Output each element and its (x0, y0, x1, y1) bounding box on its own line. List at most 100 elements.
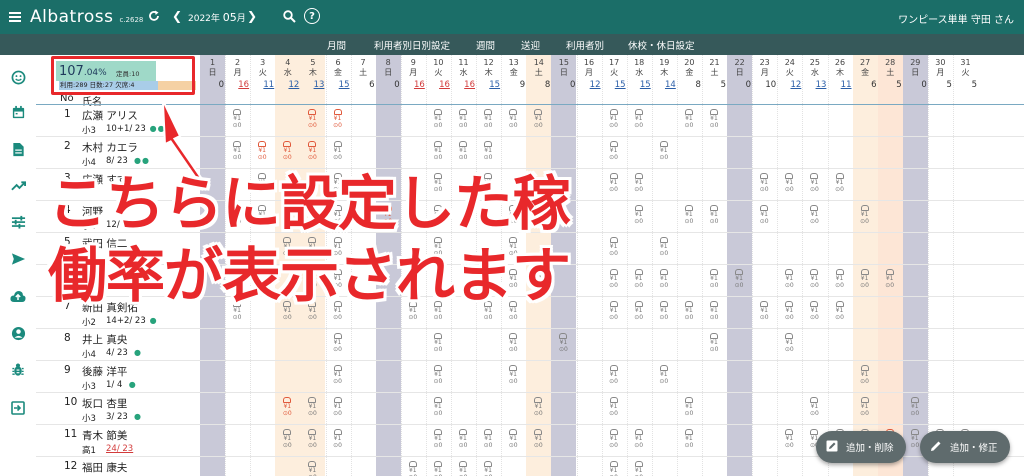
attendance-marker[interactable]: ¥1⊙0 (781, 301, 797, 325)
attendance-marker[interactable]: ¥1⊙0 (656, 269, 672, 293)
attendance-marker[interactable]: ¥1⊙0 (254, 141, 270, 165)
attendance-marker[interactable]: ¥1⊙0 (606, 461, 622, 476)
student-row[interactable]: 9 後藤 洋平 小3 1/ 4 ● ¥1 ⊙0 ¥1 ⊙0 ¥1 ⊙0 ¥1 ⊙0 ¥1 ⊙0 ¥1 ⊙0 (36, 361, 1024, 393)
attendance-marker[interactable]: ¥1⊙0 (330, 333, 346, 357)
search-icon[interactable] (282, 9, 296, 23)
calendar-icon[interactable] (10, 104, 26, 120)
person-icon[interactable] (10, 325, 26, 341)
attendance-marker[interactable]: ¥1⊙0 (656, 301, 672, 325)
date-header[interactable]: 22 日 0 (727, 58, 752, 91)
attendance-marker[interactable]: ¥1⊙0 (555, 333, 571, 357)
attendance-marker[interactable]: ¥1⊙0 (681, 397, 697, 421)
attendance-marker[interactable]: ¥1⊙0 (455, 141, 471, 165)
attendance-marker[interactable]: ¥1⊙0 (480, 461, 496, 476)
attendance-marker[interactable]: ¥1⊙0 (304, 397, 320, 421)
date-header[interactable]: 15 日 0 (551, 58, 576, 91)
attendance-marker[interactable]: ¥1⊙0 (530, 109, 546, 133)
date-header[interactable]: 16 月 12 (577, 58, 602, 91)
date-header[interactable]: 24 火 12 (777, 58, 802, 91)
date-header[interactable]: 18 水 15 (627, 58, 652, 91)
attendance-marker[interactable]: ¥1⊙0 (480, 109, 496, 133)
date-header[interactable]: 23 月 10 (752, 58, 777, 91)
send-icon[interactable] (10, 251, 26, 267)
attendance-marker[interactable]: ¥1⊙0 (857, 205, 873, 229)
menu-icon[interactable] (0, 16, 30, 18)
attendance-marker[interactable]: ¥1⊙0 (304, 429, 320, 453)
attendance-marker[interactable]: ¥1⊙0 (857, 397, 873, 421)
attendance-marker[interactable]: ¥1⊙0 (455, 109, 471, 133)
attendance-marker[interactable]: ¥1⊙0 (606, 141, 622, 165)
attendance-marker[interactable]: ¥1⊙0 (279, 429, 295, 453)
attendance-marker[interactable]: ¥1⊙0 (731, 269, 747, 293)
date-header[interactable]: 26 木 11 (828, 58, 853, 91)
date-header[interactable]: 5 木 13 (300, 58, 325, 91)
attendance-marker[interactable]: ¥1⊙0 (806, 173, 822, 197)
attendance-marker[interactable]: ¥1⊙0 (781, 269, 797, 293)
attendance-marker[interactable]: ¥1⊙0 (606, 365, 622, 389)
attendance-marker[interactable]: ¥1⊙0 (756, 173, 772, 197)
add-edit-button[interactable]: 追加・修正 (920, 431, 1010, 463)
attendance-marker[interactable]: ¥1⊙0 (505, 333, 521, 357)
attendance-marker[interactable]: ¥1⊙0 (430, 109, 446, 133)
attendance-marker[interactable]: ¥1⊙0 (279, 141, 295, 165)
attendance-marker[interactable]: ¥1⊙0 (631, 173, 647, 197)
attendance-marker[interactable]: ¥1⊙0 (430, 365, 446, 389)
trend-icon[interactable] (10, 178, 26, 194)
attendance-marker[interactable]: ¥1⊙0 (907, 397, 923, 421)
attendance-marker[interactable]: ¥1⊙0 (781, 173, 797, 197)
attendance-marker[interactable]: ¥1⊙0 (681, 205, 697, 229)
attendance-marker[interactable]: ¥1⊙0 (229, 141, 245, 165)
date-header[interactable]: 27 金 6 (853, 58, 878, 91)
attendance-marker[interactable]: ¥1⊙0 (681, 109, 697, 133)
attendance-marker[interactable]: ¥1⊙0 (706, 109, 722, 133)
attendance-marker[interactable]: ¥1⊙0 (480, 141, 496, 165)
date-header[interactable]: 8日0 (376, 58, 401, 91)
date-header[interactable]: 4 水 12 (275, 58, 300, 91)
attendance-marker[interactable]: ¥1⊙0 (430, 333, 446, 357)
attendance-marker[interactable]: ¥1⊙0 (631, 461, 647, 476)
attendance-marker[interactable]: ¥1⊙0 (330, 397, 346, 421)
attendance-marker[interactable]: ¥1⊙0 (806, 301, 822, 325)
attendance-marker[interactable]: ¥1⊙0 (279, 397, 295, 421)
attendance-marker[interactable]: ¥1⊙0 (681, 301, 697, 325)
nav-weekly[interactable]: 週間 (476, 38, 495, 52)
attendance-marker[interactable]: ¥1⊙0 (304, 109, 320, 133)
attendance-marker[interactable]: ¥1⊙0 (530, 397, 546, 421)
attendance-marker[interactable]: ¥1⊙0 (631, 205, 647, 229)
attendance-marker[interactable]: ¥1⊙0 (606, 109, 622, 133)
attendance-marker[interactable]: ¥1⊙0 (832, 301, 848, 325)
smiley-icon[interactable] (10, 69, 26, 85)
nav-holiday-settings[interactable]: 休校・休日設定 (628, 38, 695, 52)
attendance-marker[interactable]: ¥1⊙0 (706, 301, 722, 325)
nav-user-daily-settings[interactable]: 利用者別日別設定 (374, 38, 450, 52)
attendance-marker[interactable]: ¥1⊙0 (304, 461, 320, 476)
attendance-marker[interactable]: ¥1⊙0 (455, 429, 471, 453)
attendance-marker[interactable]: ¥1⊙0 (330, 429, 346, 453)
attendance-marker[interactable]: ¥1⊙0 (430, 461, 446, 476)
user-name[interactable]: ワンピース単単 守田 さん (898, 11, 1014, 26)
date-header[interactable]: 9 月 16 (401, 58, 426, 91)
date-header[interactable]: 19 木 14 (652, 58, 677, 91)
date-header[interactable]: 30 月 5 (928, 58, 953, 91)
attendance-marker[interactable]: ¥1⊙0 (656, 365, 672, 389)
attendance-marker[interactable]: ¥1⊙0 (656, 141, 672, 165)
attendance-marker[interactable]: ¥1⊙0 (405, 461, 421, 476)
nav-by-user[interactable]: 利用者別 (566, 38, 604, 52)
attendance-marker[interactable]: ¥1⊙0 (832, 173, 848, 197)
attendance-marker[interactable]: ¥1⊙0 (857, 365, 873, 389)
attendance-marker[interactable]: ¥1⊙0 (505, 365, 521, 389)
prev-month-button[interactable]: ❮ (172, 9, 182, 23)
attendance-marker[interactable]: ¥1⊙0 (781, 333, 797, 357)
attendance-marker[interactable]: ¥1⊙0 (606, 429, 622, 453)
attendance-marker[interactable]: ¥1⊙0 (304, 141, 320, 165)
date-header[interactable]: 21 土 5 (702, 58, 727, 91)
attendance-marker[interactable]: ¥1⊙0 (756, 301, 772, 325)
nav-monthly[interactable]: 月間 (327, 38, 346, 52)
refresh-icon[interactable] (146, 8, 162, 24)
help-icon[interactable]: ? (304, 8, 320, 24)
date-header[interactable]: 6 金 15 (326, 58, 351, 91)
attendance-marker[interactable]: ¥1⊙0 (455, 461, 471, 476)
date-header[interactable]: 25 水 13 (802, 58, 827, 91)
date-header[interactable]: 17 火 15 (602, 58, 627, 91)
date-header[interactable]: 31 火 5 (953, 58, 978, 91)
